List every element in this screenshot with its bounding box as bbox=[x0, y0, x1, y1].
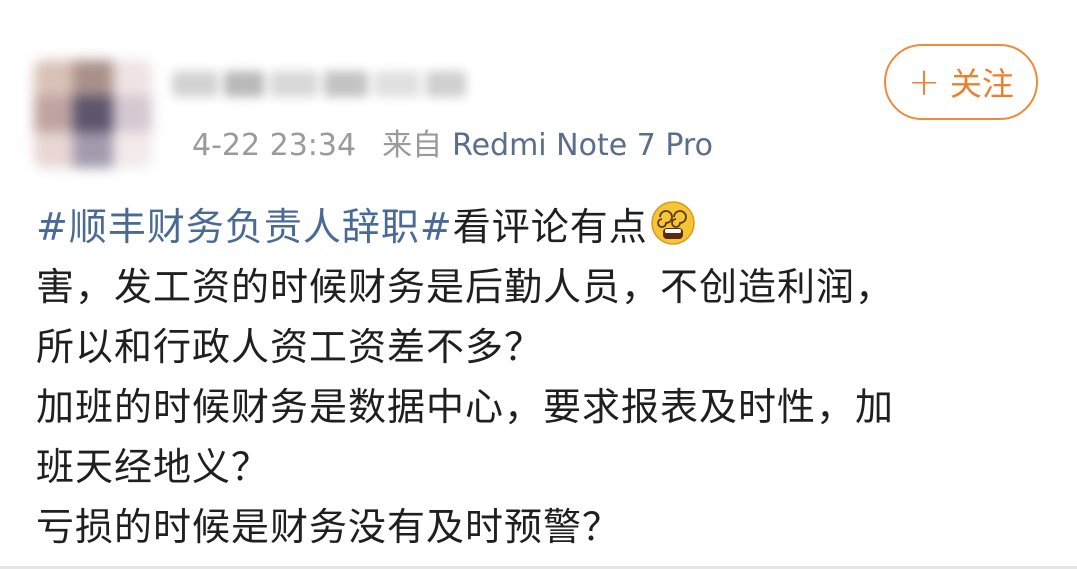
post-line-3: 加班的时候财务是数据中心，要求报表及时性，加 bbox=[36, 385, 895, 429]
follow-button-label: 关注 bbox=[949, 65, 1014, 103]
post-content: #顺丰财务负责人辞职#看评论有点 害，发工资的时候财务是后勤人员，不创造利润， … bbox=[36, 197, 1066, 557]
weibo-post: 4-22 23:34 来自 Redmi Note 7 Pro + 关注 #顺丰财务负… bbox=[0, 0, 1077, 569]
post-lead-text: 看评论有点 bbox=[452, 205, 648, 249]
source-prefix: 来自 bbox=[382, 128, 443, 163]
hashtag-link[interactable]: #顺丰财务负责人辞职# bbox=[36, 205, 453, 249]
plus-icon: + bbox=[908, 60, 940, 104]
dizzy-face-emoji-icon bbox=[650, 201, 695, 245]
post-timestamp: 4-22 23:34 bbox=[192, 128, 357, 163]
post-first-line: #顺丰财务负责人辞职#看评论有点 bbox=[36, 197, 1066, 257]
post-line-1: 害，发工资的时候财务是后勤人员，不创造利润， bbox=[36, 265, 895, 309]
post-line-2: 所以和行政人资工资差不多？ bbox=[36, 325, 544, 369]
follow-button[interactable]: + 关注 bbox=[884, 44, 1038, 120]
post-line-4: 班天经地义？ bbox=[36, 445, 271, 489]
username-blurred[interactable] bbox=[172, 64, 472, 104]
post-meta: 4-22 23:34 来自 Redmi Note 7 Pro bbox=[192, 126, 713, 166]
source-device: Redmi Note 7 Pro bbox=[452, 128, 713, 163]
post-line-5: 亏损的时候是财务没有及时预警？ bbox=[36, 505, 622, 549]
avatar[interactable] bbox=[34, 60, 152, 168]
